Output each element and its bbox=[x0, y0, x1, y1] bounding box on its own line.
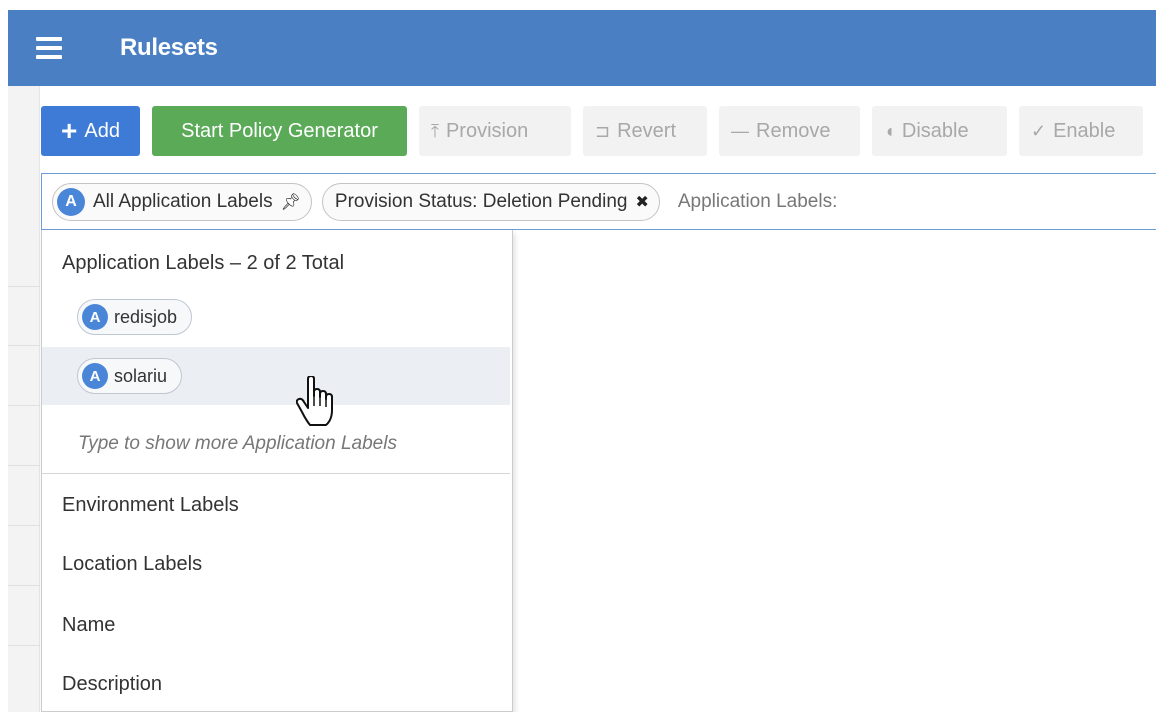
filter-input-prefix[interactable]: Application Labels: bbox=[678, 191, 838, 213]
remove-button[interactable]: — Remove bbox=[719, 106, 860, 156]
add-button[interactable]: + Add bbox=[41, 106, 140, 156]
remove-label: Remove bbox=[756, 119, 831, 142]
disable-button[interactable]: ◖ Disable bbox=[872, 106, 1007, 156]
toolbar: + Add Start Policy Generator ⤒ Provision… bbox=[41, 106, 1143, 156]
left-rail bbox=[8, 86, 40, 712]
label-name: solariu bbox=[114, 365, 168, 386]
add-label: Add bbox=[84, 119, 120, 142]
filter-chip-provision-status[interactable]: Provision Status: Deletion Pending ✖ bbox=[321, 182, 660, 221]
dropdown-divider bbox=[42, 473, 510, 474]
dropdown-label-item[interactable]: A redisjob bbox=[42, 288, 510, 346]
check-icon: ✓ bbox=[1031, 120, 1047, 141]
enable-label: Enable bbox=[1053, 119, 1116, 142]
rail-divider bbox=[8, 645, 40, 646]
rail-divider bbox=[8, 345, 40, 346]
enable-button[interactable]: ✓ Enable bbox=[1019, 106, 1143, 156]
rail-divider bbox=[8, 465, 40, 466]
rail-divider bbox=[8, 286, 40, 287]
disable-label: Disable bbox=[901, 119, 969, 142]
start-policy-generator-label: Start Policy Generator bbox=[181, 119, 378, 142]
category-environment-labels[interactable]: Environment Labels bbox=[62, 494, 239, 517]
rail-divider bbox=[8, 585, 40, 586]
app-header: Rulesets bbox=[8, 10, 1156, 86]
app-label-icon: A bbox=[57, 187, 85, 216]
close-icon[interactable]: ✖ bbox=[635, 192, 648, 212]
start-policy-generator-button[interactable]: Start Policy Generator bbox=[152, 106, 407, 156]
revert-label: Revert bbox=[617, 119, 676, 142]
provision-label: Provision bbox=[445, 119, 529, 142]
label-chip: A solariu bbox=[77, 358, 183, 394]
filter-dropdown: Application Labels – 2 of 2 Total A redi… bbox=[41, 230, 513, 712]
revert-button[interactable]: ⊐ Revert bbox=[583, 106, 707, 156]
app-label-icon: A bbox=[82, 304, 108, 330]
category-name[interactable]: Name bbox=[62, 614, 115, 637]
dropdown-header: Application Labels – 2 of 2 Total bbox=[62, 252, 345, 274]
label-chip: A redisjob bbox=[77, 299, 193, 335]
category-location-labels[interactable]: Location Labels bbox=[62, 553, 202, 576]
filter-chip-label: All Application Labels bbox=[93, 190, 273, 212]
hand-cursor-icon bbox=[296, 376, 333, 426]
menu-icon[interactable] bbox=[36, 37, 62, 59]
label-name: redisjob bbox=[114, 306, 178, 327]
plus-icon: + bbox=[61, 115, 78, 146]
upload-icon: ⤒ bbox=[431, 120, 439, 141]
dropdown-label-item[interactable]: A solariu bbox=[42, 347, 510, 405]
app-label-icon: A bbox=[82, 363, 108, 389]
rail-divider bbox=[8, 405, 40, 406]
page-title: Rulesets bbox=[120, 34, 218, 61]
category-description[interactable]: Description bbox=[62, 673, 162, 696]
minus-icon: — bbox=[731, 120, 749, 141]
provision-button[interactable]: ⤒ Provision bbox=[419, 106, 571, 156]
revert-icon: ⊐ bbox=[595, 120, 611, 141]
toggle-off-icon: ◖ bbox=[884, 120, 895, 141]
filter-chip-all-application-labels[interactable]: A All Application Labels 📌︎ bbox=[52, 182, 312, 221]
filter-chip-label: Provision Status: Deletion Pending bbox=[334, 190, 628, 212]
dropdown-hint: Type to show more Application Labels bbox=[78, 433, 397, 454]
filter-bar[interactable]: A All Application Labels 📌︎ Provision St… bbox=[41, 173, 1156, 230]
pin-icon[interactable]: 📌︎ bbox=[281, 192, 301, 212]
rail-divider bbox=[8, 525, 40, 526]
